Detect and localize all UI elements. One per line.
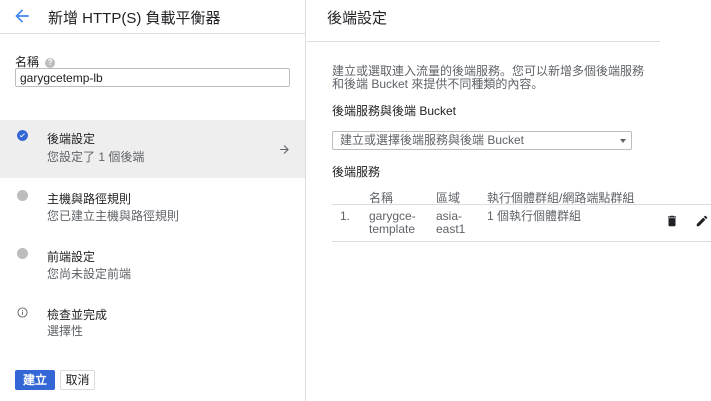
step-title: 後端設定 [47, 132, 96, 146]
step-title: 前端設定 [47, 250, 96, 264]
panel-description: 建立或選取連入流量的後端服務。您可以新增多個後端服務和後端 Bucket 來提供… [332, 64, 645, 91]
step-subtitle: 您尚未設定前端 [47, 267, 132, 281]
step-subtitle: 您已建立主機與路徑規則 [47, 209, 180, 223]
step-subtitle: 您設定了 1 個後端 [47, 150, 145, 164]
row-region: asia-east1 [436, 209, 466, 236]
step-host-path-rules[interactable]: 主機與路徑規則 您已建立主機與路徑規則 [0, 182, 305, 232]
row-index: 1. [340, 209, 351, 223]
select-placeholder: 建立或選擇後端服務與後端 Bucket [340, 133, 525, 147]
help-icon[interactable]: ? [45, 58, 56, 68]
check-circle-icon [17, 130, 28, 141]
step-backend-config[interactable]: 後端設定 您設定了 1 個後端 [0, 120, 305, 178]
table-row: 1. garygce-template asia-east1 1 個執行個體群組 [332, 205, 711, 242]
step-frontend-config[interactable]: 前端設定 您尚未設定前端 [0, 240, 305, 290]
create-button[interactable]: 建立 [15, 370, 55, 390]
backend-select-dropdown[interactable]: 建立或選擇後端服務與後端 Bucket [332, 131, 632, 150]
info-icon [17, 307, 28, 318]
backend-config-panel: 後端設定 建立或選取連入流量的後端服務。您可以新增多個後端服務和後端 Bucke… [307, 0, 711, 401]
dropdown-caret-icon [620, 139, 626, 143]
name-label-text: 名稱 [15, 55, 40, 69]
delete-icon[interactable] [665, 214, 679, 228]
row-groups: 1 個執行個體群組 [487, 209, 582, 223]
name-input[interactable] [15, 68, 290, 87]
arrow-right-icon [280, 145, 289, 154]
step-title: 檢查並完成 [47, 308, 108, 322]
pending-step-icon [17, 190, 28, 201]
row-service-name: garygce-template [369, 209, 416, 236]
step-title: 主機與路徑規則 [47, 192, 132, 206]
back-arrow-icon[interactable] [12, 6, 32, 26]
cancel-button[interactable]: 取消 [60, 370, 95, 390]
panel-header: 後端設定 [307, 0, 660, 42]
backend-select-title: 後端服務與後端 Bucket [332, 104, 457, 118]
page-title: 新增 HTTP(S) 負載平衡器 [48, 10, 221, 27]
table-header: 名稱 區域 執行個體群組/網路端點群組 [332, 183, 711, 205]
column-header-region: 區域 [436, 191, 461, 205]
wizard-header: 新增 HTTP(S) 負載平衡器 [0, 0, 306, 34]
panel-title: 後端設定 [327, 10, 388, 27]
wizard-panel: 新增 HTTP(S) 負載平衡器 名稱? 後端設定 您設定了 1 個後端 主機與… [0, 0, 306, 401]
edit-icon[interactable] [695, 214, 709, 228]
column-header-groups: 執行個體群組/網路端點群組 [487, 191, 635, 205]
step-subtitle: 選擇性 [47, 324, 84, 338]
pending-step-icon [17, 248, 28, 259]
backend-services-title: 後端服務 [332, 165, 381, 179]
column-header-name: 名稱 [369, 191, 394, 205]
step-review-finalize[interactable]: 檢查並完成 選擇性 [0, 300, 305, 350]
backend-services-table: 名稱 區域 執行個體群組/網路端點群組 1. garygce-template … [332, 183, 711, 242]
